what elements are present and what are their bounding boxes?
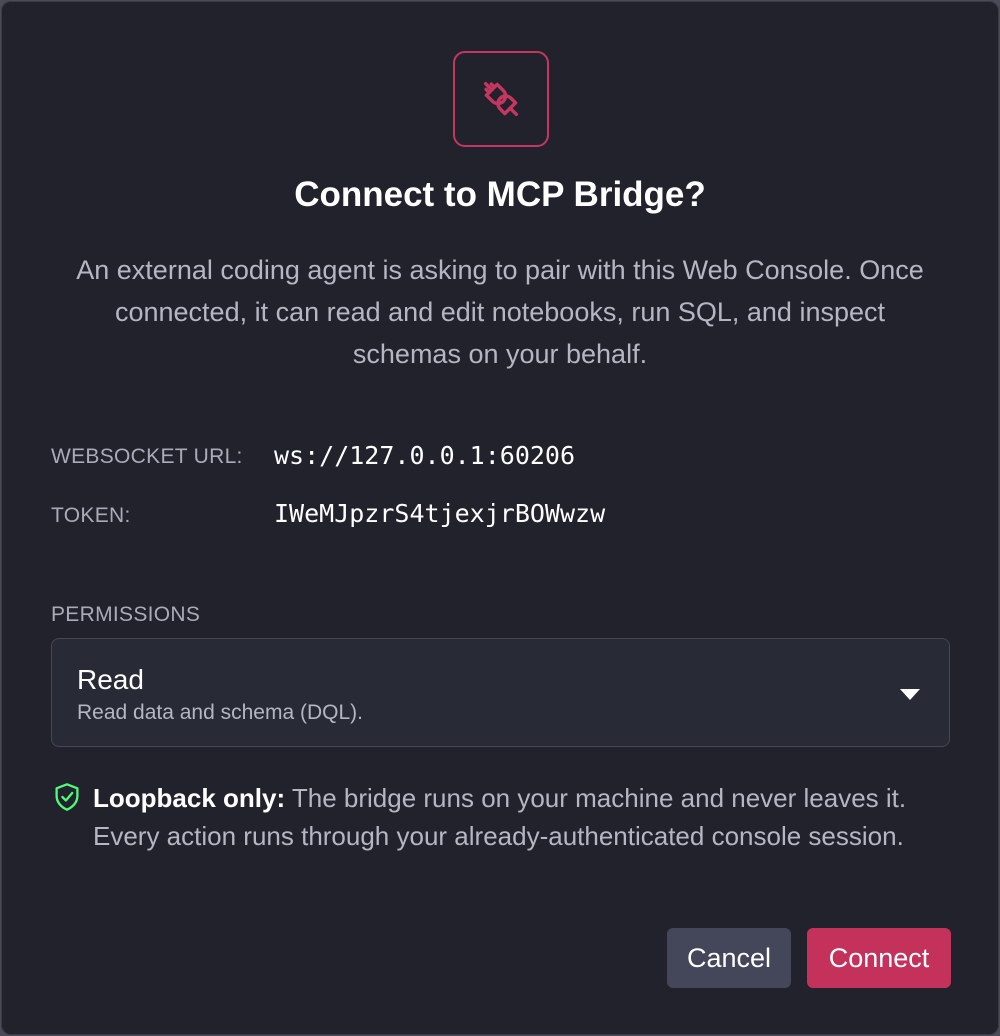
dialog-title: Connect to MCP Bridge? [294,175,706,214]
websocket-url-value: ws://127.0.0.1:60206 [274,441,576,470]
token-label: TOKEN: [51,504,131,527]
plug-icon-container [453,51,549,147]
cancel-button[interactable]: Cancel [667,928,791,988]
caret-down-icon [900,689,920,700]
websocket-url-label: WEBSOCKET URL: [51,445,243,468]
loopback-note: Loopback only: The bridge runs on your m… [93,779,973,855]
token-value: IWeMJpzrS4tjexjrBOWwzw [274,499,606,528]
permissions-selected-title: Read [77,664,144,695]
permissions-selected-description: Read data and schema (DQL). [77,701,363,724]
plug-icon [483,81,519,117]
permissions-select[interactable]: Read Read data and schema (DQL). [51,638,950,747]
permissions-label: PERMISSIONS [51,603,201,626]
connect-button[interactable]: Connect [807,928,951,988]
shield-check-icon [55,783,79,811]
loopback-note-bold: Loopback only: [93,783,286,813]
dialog-description: An external coding agent is asking to pa… [76,255,924,369]
connect-dialog: Connect to MCP Bridge? An external codin… [1,1,999,1035]
